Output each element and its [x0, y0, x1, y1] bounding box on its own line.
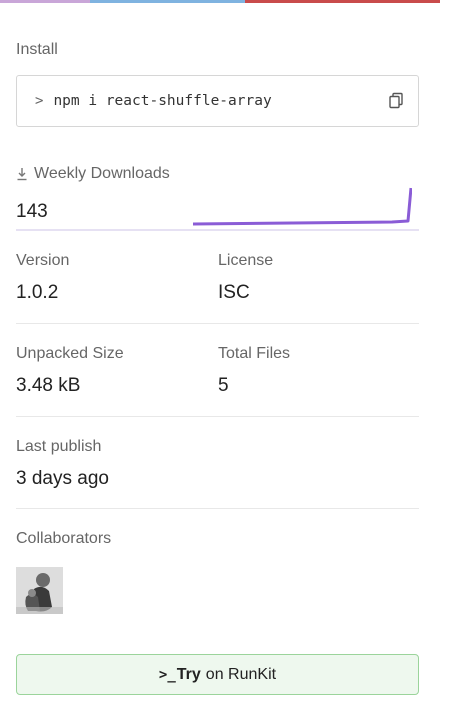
- last-publish-label: Last publish: [16, 438, 102, 455]
- total-files-value: 5: [218, 375, 229, 396]
- weekly-downloads-label: Weekly Downloads: [16, 165, 170, 183]
- strip-segment-red: [245, 0, 440, 3]
- copy-icon[interactable]: [388, 92, 404, 110]
- install-command-box[interactable]: > npm i react-shuffle-array: [16, 75, 419, 127]
- collaborators-label: Collaborators: [16, 530, 112, 547]
- try-on-runkit-button[interactable]: >_ Try on RunKit: [16, 654, 419, 695]
- license-cell: License ISC: [218, 252, 273, 304]
- runkit-prompt-icon: >_: [158, 666, 176, 683]
- runkit-rest-text: on RunKit: [205, 665, 277, 683]
- divider: [16, 323, 419, 324]
- download-icon: [17, 168, 27, 181]
- last-publish-cell: Last publish 3 days ago: [16, 438, 109, 490]
- version-label: Version: [16, 252, 70, 269]
- last-publish-value: 3 days ago: [16, 468, 109, 489]
- total-files-cell: Total Files 5: [218, 345, 290, 397]
- collaborator-avatar[interactable]: [16, 567, 63, 614]
- unpacked-size-cell: Unpacked Size 3.48 kB: [16, 345, 124, 397]
- strip-segment-blue: [90, 0, 245, 3]
- weekly-downloads-value: 143: [16, 201, 48, 222]
- downloads-sparkline: [192, 187, 412, 226]
- license-label: License: [218, 252, 274, 269]
- strip-segment-purple: [0, 0, 90, 3]
- version-value: 1.0.2: [16, 282, 59, 303]
- downloads-divider: [16, 229, 419, 231]
- version-cell: Version 1.0.2: [16, 252, 69, 304]
- divider: [16, 416, 419, 417]
- divider: [16, 508, 419, 509]
- license-value: ISC: [218, 282, 250, 303]
- total-files-label: Total Files: [218, 345, 291, 362]
- install-command[interactable]: npm i react-shuffle-array: [53, 93, 388, 109]
- install-label: Install: [16, 41, 58, 58]
- unpacked-size-label: Unpacked Size: [16, 345, 124, 362]
- weekly-downloads-text: Weekly Downloads: [34, 165, 170, 182]
- unpacked-size-value: 3.48 kB: [16, 375, 81, 396]
- prompt-chevron-icon: >: [35, 93, 44, 109]
- top-color-strip: [0, 0, 440, 3]
- runkit-try-text: Try: [176, 665, 201, 683]
